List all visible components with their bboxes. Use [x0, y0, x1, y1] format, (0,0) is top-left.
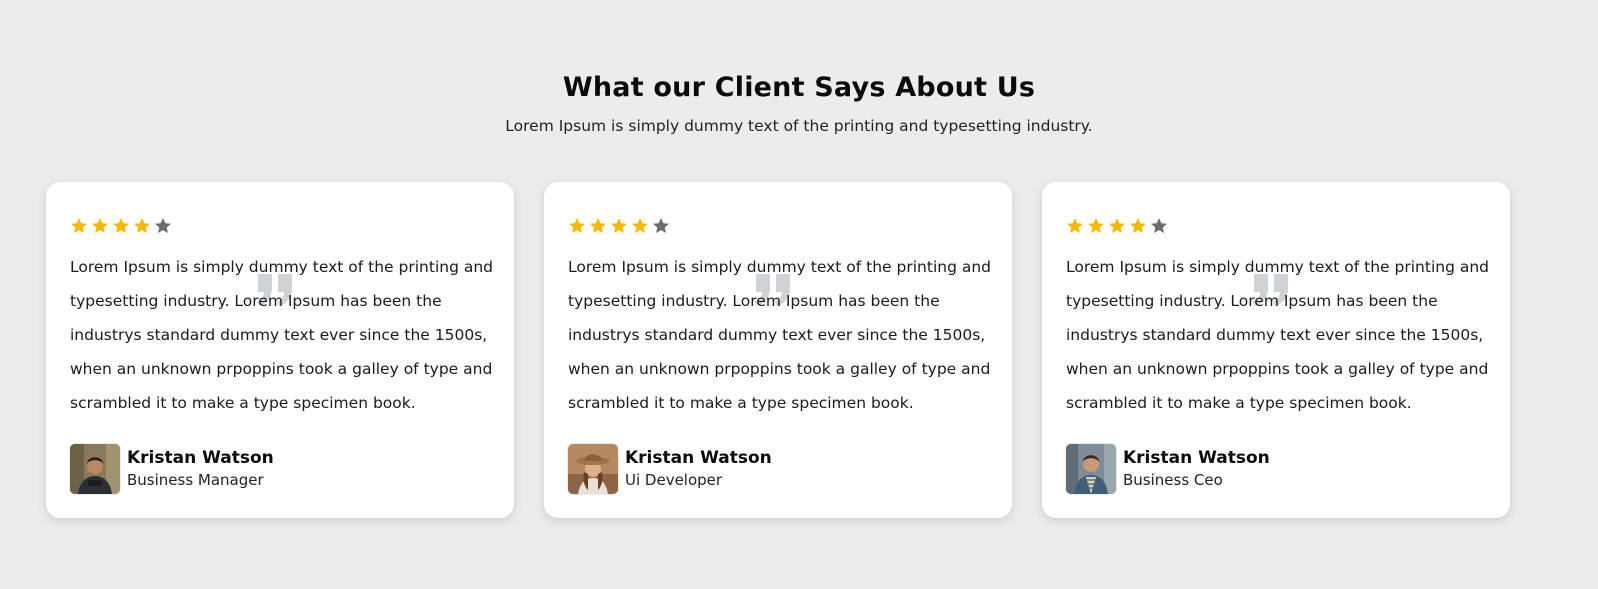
author-role: Ui Developer [625, 471, 723, 489]
author-name: Kristan Watson [625, 448, 772, 468]
author-name: Kristan Watson [127, 448, 274, 468]
section-subtitle: Lorem Ipsum is simply dummy text of the … [505, 117, 1093, 135]
testimonial-card: Lorem Ipsum is simply dummy text of the … [544, 182, 1012, 518]
star-filled-icon [71, 218, 87, 234]
avatar [568, 444, 618, 494]
star-filled-icon [632, 218, 648, 234]
star-filled-icon [1067, 218, 1083, 234]
star-empty-icon [155, 218, 171, 234]
author-role: Business Ceo [1123, 471, 1223, 489]
rating-stars [568, 217, 670, 235]
avatar [1066, 444, 1116, 494]
star-filled-icon [611, 218, 627, 234]
star-filled-icon [1109, 218, 1125, 234]
rating-stars [70, 217, 172, 235]
author: Kristan Watson Ui Developer [568, 444, 772, 494]
star-filled-icon [1088, 218, 1104, 234]
star-filled-icon [134, 218, 150, 234]
star-filled-icon [590, 218, 606, 234]
star-filled-icon [92, 218, 108, 234]
author: Kristan Watson Business Manager [70, 444, 274, 494]
testimonial-card: Lorem Ipsum is simply dummy text of the … [1042, 182, 1510, 518]
star-empty-icon [1151, 218, 1167, 234]
author: Kristan Watson Business Ceo [1066, 444, 1270, 494]
star-empty-icon [653, 218, 669, 234]
avatar [70, 444, 120, 494]
rating-stars [1066, 217, 1168, 235]
testimonial-card: Lorem Ipsum is simply dummy text of the … [46, 182, 514, 518]
author-role: Business Manager [127, 471, 264, 489]
testimonial-text: Lorem Ipsum is simply dummy text of the … [1066, 258, 1489, 412]
testimonials-section: What our Client Says About Us Lorem Ipsu… [0, 0, 1598, 589]
testimonial-text: Lorem Ipsum is simply dummy text of the … [70, 258, 493, 412]
author-name: Kristan Watson [1123, 448, 1270, 468]
star-filled-icon [113, 218, 129, 234]
section-title: What our Client Says About Us [562, 72, 1036, 103]
star-filled-icon [569, 218, 585, 234]
testimonial-text: Lorem Ipsum is simply dummy text of the … [568, 258, 991, 412]
star-filled-icon [1130, 218, 1146, 234]
